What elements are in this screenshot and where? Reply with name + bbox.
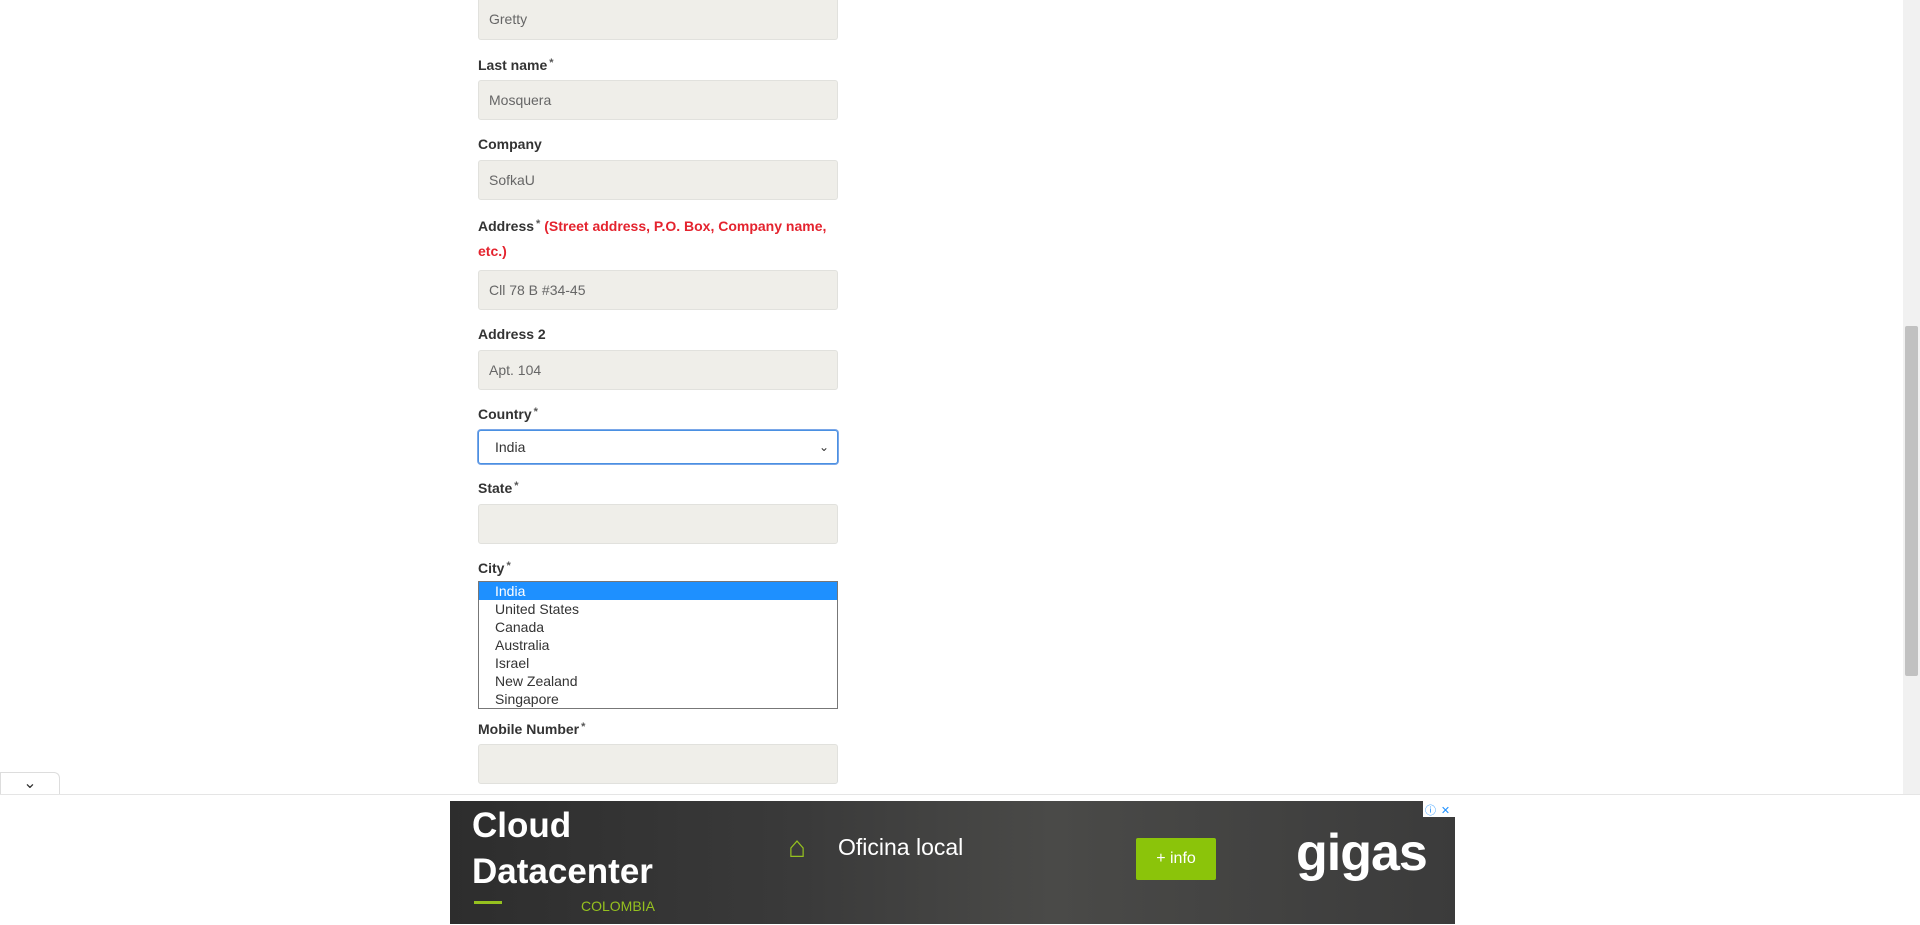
scrollbar-thumb[interactable]	[1905, 326, 1918, 676]
mobile-label: Mobile Number *	[478, 721, 586, 737]
address-hint-line2: etc.)	[478, 243, 507, 259]
country-label: Country *	[478, 406, 538, 422]
address2-label: Address 2	[478, 326, 546, 342]
ad-accent-line	[474, 901, 502, 904]
country-dropdown-list[interactable]: India United States Canada Australia Isr…	[478, 581, 838, 709]
company-label: Company	[478, 136, 542, 152]
chevron-down-icon: ⌄	[23, 775, 37, 792]
last-name-label: Last name *	[478, 57, 554, 73]
country-select[interactable]: India ⌄	[478, 430, 838, 464]
last-name-input[interactable]: Mosquera	[478, 80, 838, 120]
address-label: Address * (Street address, P.O. Box, Comp…	[478, 218, 827, 234]
advertisement-banner[interactable]: Cloud Datacenter COLOMBIA ⌂ Oficina loca…	[450, 801, 1455, 924]
state-label: State *	[478, 480, 519, 496]
address2-input[interactable]: Apt. 104	[478, 350, 838, 390]
info-icon[interactable]: ⓘ	[1423, 803, 1438, 819]
home-icon: ⌂	[788, 831, 807, 864]
ad-brand-logo: gigas	[1296, 824, 1428, 882]
ad-subtitle: COLOMBIA	[581, 898, 655, 914]
country-option[interactable]: United States	[479, 600, 837, 618]
country-option[interactable]: India	[479, 582, 837, 600]
country-option[interactable]: Singapore	[479, 690, 837, 708]
collapse-ad-button[interactable]: ⌄	[0, 772, 60, 795]
ad-info-button[interactable]: + info	[1136, 838, 1216, 880]
chevron-down-icon: ⌄	[818, 440, 829, 454]
company-input[interactable]: SofkaU	[478, 160, 838, 200]
state-input[interactable]	[478, 504, 838, 544]
city-label: City *	[478, 560, 511, 576]
mobile-input[interactable]	[478, 744, 838, 784]
ad-title: Cloud Datacenter	[472, 806, 653, 891]
ad-choices[interactable]: ⓘ ✕	[1423, 801, 1455, 817]
address-input[interactable]: Cll 78 B #34-45	[478, 270, 838, 310]
close-icon[interactable]: ✕	[1438, 803, 1453, 819]
page-scrollbar[interactable]	[1903, 0, 1920, 794]
country-option[interactable]: Australia	[479, 636, 837, 654]
country-option[interactable]: Israel	[479, 654, 837, 672]
country-option[interactable]: New Zealand	[479, 672, 837, 690]
country-option[interactable]: Canada	[479, 618, 837, 636]
ad-office-text: Oficina local	[838, 834, 964, 860]
first-name-input[interactable]: Gretty	[478, 0, 838, 40]
address-hint: (Street address, P.O. Box, Company name,	[544, 218, 827, 234]
